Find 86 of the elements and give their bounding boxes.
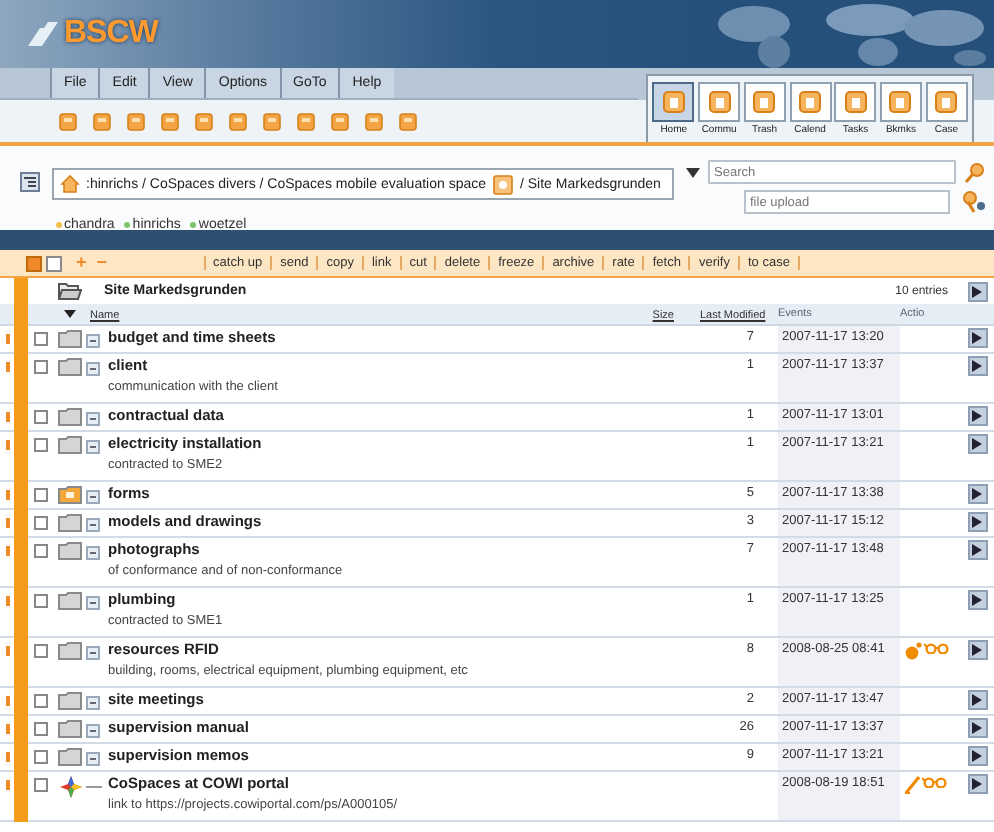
expand-icon[interactable] [86, 439, 100, 453]
row-checkbox[interactable] [34, 722, 48, 736]
menu-arrow-button[interactable] [967, 282, 987, 302]
action-menu-button[interactable] [967, 484, 987, 504]
folder-icon[interactable] [58, 592, 82, 610]
toolbar-icon[interactable] [296, 111, 316, 131]
expand-icon[interactable] [86, 333, 100, 347]
folder-icon[interactable] [58, 330, 82, 348]
folder-icon[interactable] [58, 358, 82, 376]
logo-icon [28, 20, 60, 48]
action-menu-button[interactable] [967, 640, 987, 660]
nav-button[interactable] [743, 82, 786, 122]
selection-checkbox[interactable] [26, 255, 42, 271]
expand-icon[interactable] [86, 545, 100, 559]
action-menu-button[interactable] [967, 590, 987, 610]
toolbar-icon[interactable] [160, 111, 180, 131]
action-menu-button[interactable] [967, 406, 987, 426]
selection-checkbox[interactable] [46, 255, 62, 271]
dropdown-icon[interactable] [686, 167, 700, 177]
expand-icon[interactable] [86, 595, 100, 609]
folder-icon[interactable] [58, 720, 82, 738]
folder-icon[interactable] [58, 436, 82, 454]
folder-icon[interactable] [58, 642, 82, 660]
action-menu-button[interactable] [967, 512, 987, 532]
expand-icon[interactable] [86, 723, 100, 737]
action-menu-button[interactable] [967, 774, 987, 794]
toolbar-icon[interactable] [194, 111, 214, 131]
logo: BSCW [64, 16, 158, 52]
folder-icon[interactable] [492, 173, 514, 195]
action-menu-button[interactable] [967, 718, 987, 738]
row-checkbox[interactable] [34, 488, 48, 502]
expand-icon[interactable] [86, 361, 100, 375]
row-checkbox[interactable] [34, 594, 48, 608]
toolbar-icon[interactable] [126, 111, 146, 131]
action-menu-button[interactable] [967, 746, 987, 766]
expand-icon[interactable] [86, 489, 100, 503]
new-event-icon[interactable] [904, 642, 922, 660]
home-icon[interactable] [60, 174, 80, 194]
row-checkbox[interactable] [34, 438, 48, 452]
upload-search-icon[interactable] [960, 190, 986, 214]
glasses-icon[interactable] [924, 642, 950, 654]
expand-icon[interactable] [86, 751, 100, 765]
row-checkbox[interactable] [34, 516, 48, 530]
nav-button[interactable] [698, 82, 741, 122]
folder-icon[interactable] [58, 408, 82, 426]
search-icon[interactable] [964, 161, 986, 183]
folder-icon[interactable] [58, 514, 82, 532]
tree-view-icon[interactable] [20, 172, 40, 192]
folder-icon[interactable] [58, 748, 82, 766]
action-menu-button[interactable] [967, 690, 987, 710]
action-menu-button[interactable] [967, 434, 987, 454]
folder-icon[interactable] [58, 542, 82, 560]
nav-button[interactable] [879, 82, 922, 122]
pencil-icon[interactable] [904, 776, 920, 794]
nav-button[interactable] [834, 82, 877, 122]
toolbar-icon[interactable] [262, 111, 282, 131]
row-checkbox[interactable] [34, 544, 48, 558]
open-folder-icon [58, 282, 82, 300]
folder-icon[interactable] [58, 692, 82, 710]
sort-icon[interactable] [64, 310, 76, 318]
toolbar-icon[interactable] [398, 111, 418, 131]
nav-button[interactable] [652, 82, 695, 122]
expand-icon[interactable] [86, 411, 100, 425]
nav-button[interactable] [789, 82, 832, 122]
glasses-icon[interactable] [922, 776, 948, 788]
row-checkbox[interactable] [34, 694, 48, 708]
row-checkbox[interactable] [34, 360, 48, 374]
row-checkbox[interactable] [34, 750, 48, 764]
toolbar-icon[interactable] [228, 111, 248, 131]
expand-icon[interactable] [86, 517, 100, 531]
row-checkbox[interactable] [34, 410, 48, 424]
toolbar-icon[interactable] [58, 111, 78, 131]
nav-button[interactable] [925, 82, 968, 122]
folder-icon[interactable] [58, 486, 82, 504]
row-checkbox[interactable] [34, 778, 48, 792]
toolbar-icon[interactable] [364, 111, 384, 131]
action-menu-button[interactable] [967, 356, 987, 376]
toolbar-icon[interactable] [330, 111, 350, 131]
toolbar-icon[interactable] [92, 111, 112, 131]
expand-icon[interactable] [86, 695, 100, 709]
row-checkbox[interactable] [34, 644, 48, 658]
action-menu-button[interactable] [967, 328, 987, 348]
action-menu-button[interactable] [967, 540, 987, 560]
expand-icon[interactable] [86, 645, 100, 659]
row-checkbox[interactable] [34, 332, 48, 346]
link-icon[interactable] [59, 776, 81, 798]
